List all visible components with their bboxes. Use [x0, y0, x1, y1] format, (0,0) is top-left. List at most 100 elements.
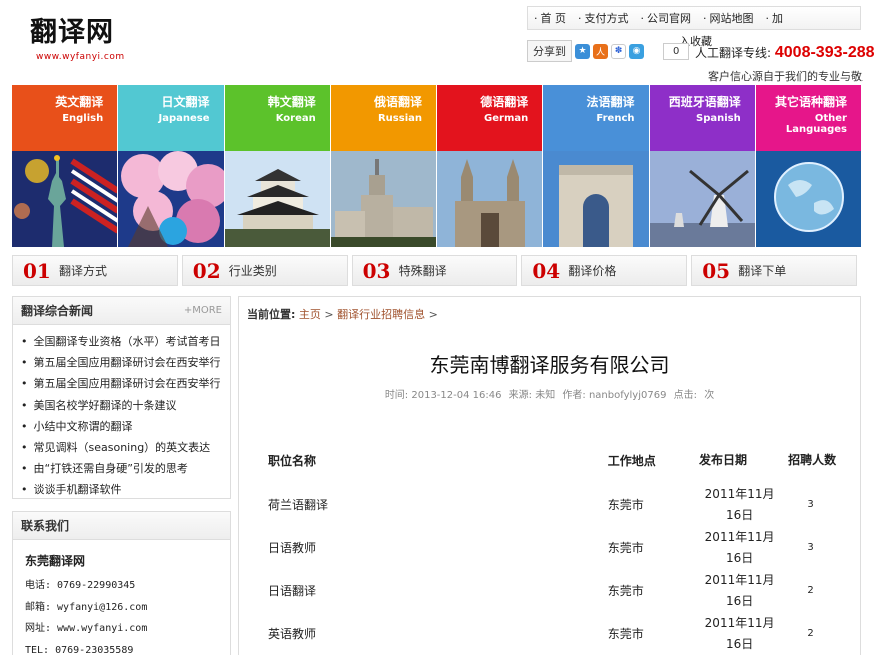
- renren-icon[interactable]: 人: [593, 43, 608, 59]
- meta-author: 作者: nanbofylyj0769: [562, 390, 667, 401]
- hotline-label: 人工翻译专线:: [695, 46, 772, 60]
- contact-panel: 联系我们 东莞翻译网 电话: 0769-22990345 邮箱: wyfanyi…: [12, 511, 231, 655]
- lang-german[interactable]: 德语翻译 German: [437, 85, 544, 247]
- cell-position: 荷兰语翻译: [268, 498, 329, 512]
- service-number: 02: [192, 258, 221, 283]
- service-order[interactable]: 05 翻译下单: [691, 255, 857, 286]
- news-item[interactable]: 小结中文称谓的翻译: [21, 416, 222, 437]
- news-panel: 翻译综合新闻 +MORE 全国翻译专业资格（水平）考试首考日 第五届全国应用翻译…: [12, 296, 231, 499]
- language-banner: 英文翻译 English 日文翻译 Japanese 韩文翻译 Korean 俄语翻译…: [12, 85, 861, 247]
- breadcrumb-category[interactable]: 翻译行业招聘信息: [337, 308, 425, 321]
- article-title: 东莞南博翻译服务有限公司: [429, 353, 670, 377]
- article-meta: 时间: 2013-12-04 16:46 来源: 未知 作者: nanbofyl…: [239, 386, 860, 401]
- lang-korean[interactable]: 韩文翻译 Korean: [224, 85, 331, 247]
- service-translation-method[interactable]: 01 翻译方式: [12, 255, 178, 286]
- meta-source: 来源: 未知: [508, 390, 556, 401]
- news-item[interactable]: 第五届全国应用翻译研讨会在西安举行: [21, 352, 222, 373]
- service-industry[interactable]: 02 行业类别: [181, 255, 348, 286]
- lang-spanish[interactable]: 西班牙语翻译 Spanish: [649, 85, 756, 247]
- service-special[interactable]: 03 特殊翻译: [351, 255, 518, 286]
- cell-headcount: 3: [807, 542, 814, 553]
- col-date: 发布日期: [699, 452, 748, 467]
- lang-cn: 韩文翻译: [267, 95, 316, 109]
- more-link[interactable]: +MORE: [184, 305, 222, 316]
- cell-location: 东莞市: [607, 541, 644, 555]
- logo-text: 翻译网: [30, 17, 114, 48]
- table-header-row: 职位名称 工作地点 发布日期 招聘人数: [261, 437, 841, 483]
- news-title: 翻译综合新闻: [21, 304, 94, 318]
- lang-cn: 德语翻译: [480, 95, 529, 109]
- news-item[interactable]: 谈谈手机翻译软件: [21, 479, 222, 500]
- table-row: 日语教师 东莞市 2011年11月16日 3: [261, 526, 841, 569]
- weibo-icon[interactable]: ◉: [629, 43, 644, 59]
- news-item[interactable]: 由“打铁还需自身硬”引发的思考: [21, 458, 222, 479]
- nav-payment[interactable]: 支付方式: [572, 10, 635, 26]
- cell-headcount: 3: [807, 499, 814, 510]
- lang-cn: 英文翻译: [55, 95, 104, 109]
- qzone-icon[interactable]: ★: [575, 43, 590, 59]
- cathedral-image: [437, 151, 543, 247]
- top-nav: 首 页 支付方式 公司官网 网站地图 加: [527, 6, 861, 30]
- windmill-image: [649, 151, 755, 247]
- service-number: 05: [702, 258, 731, 283]
- korean-palace-image: [224, 151, 330, 247]
- hotline: 人工翻译专线: 4008-393-288: [695, 44, 875, 62]
- table-row: 荷兰语翻译 东莞市 2011年11月16日 3: [261, 483, 841, 526]
- table-row: 英语教师 东莞市 2011年11月16日 2: [261, 612, 841, 655]
- service-bar: 01 翻译方式 02 行业类别 03 特殊翻译 04 翻译价格 05 翻译下单: [12, 255, 857, 286]
- breadcrumb-home[interactable]: 主页: [299, 308, 321, 321]
- contact-site: 网址: www.wyfanyi.com: [25, 623, 148, 634]
- service-number: 03: [362, 258, 391, 283]
- breadcrumb-separator: >: [428, 308, 438, 321]
- service-price[interactable]: 04 翻译价格: [521, 255, 688, 286]
- cell-position: 日语教师: [268, 541, 317, 555]
- meta-clicks: 点击:: [673, 390, 697, 401]
- breadcrumb: 当前位置: 主页 > 翻译行业招聘信息 >: [247, 306, 438, 322]
- lang-french[interactable]: 法语翻译 French: [543, 85, 650, 247]
- news-item[interactable]: 全国翻译专业资格（水平）考试首考日: [21, 331, 222, 352]
- arc-de-triomphe-image: [543, 151, 649, 247]
- cell-date: 2011年11月16日: [704, 572, 775, 608]
- globe-image: [755, 151, 861, 247]
- lang-other[interactable]: 其它语种翻译 Other Languages: [755, 85, 861, 247]
- lang-cn: 俄语翻译: [373, 95, 422, 109]
- news-item[interactable]: 第五届全国应用翻译研讨会在西安举行: [21, 373, 222, 394]
- lang-en: English: [62, 113, 104, 124]
- contact-email: 邮箱: wyfanyi@126.com: [25, 601, 148, 613]
- cell-date: 2011年11月16日: [704, 615, 775, 651]
- lang-en: Japanese: [158, 113, 210, 124]
- service-label: 翻译价格: [568, 264, 617, 278]
- moscow-building-image: [330, 151, 436, 247]
- logo-url: www.wyfanyi.com: [36, 52, 125, 62]
- service-label: 翻译方式: [59, 264, 108, 278]
- news-item[interactable]: 常见调料（seasoning）的英文表达: [21, 437, 222, 458]
- lang-en: French: [596, 113, 635, 124]
- share-bar: 分享到 ★ 人 ✽ ◉ 0: [527, 40, 690, 62]
- service-number: 01: [23, 258, 51, 283]
- nav-add-favorite[interactable]: 加: [760, 10, 790, 26]
- nav-sitemap[interactable]: 网站地图: [697, 10, 760, 26]
- lang-japanese[interactable]: 日文翻译 Japanese: [118, 85, 225, 247]
- contact-tel: TEL: 0769-23035589: [25, 644, 134, 655]
- lang-cn: 其它语种翻译: [774, 95, 847, 109]
- slogan: 客户信心源自于我们的专业与敬业: [708, 70, 863, 83]
- cell-headcount: 2: [807, 628, 814, 639]
- lang-en: Other Languages: [785, 113, 847, 135]
- contact-header: 联系我们: [13, 512, 230, 540]
- nav-home[interactable]: 首 页: [528, 10, 572, 26]
- nav-official-site[interactable]: 公司官网: [635, 10, 698, 26]
- lang-en: Korean: [275, 113, 316, 124]
- statue-of-liberty-image: [12, 151, 118, 247]
- service-label: 特殊翻译: [398, 264, 447, 278]
- cell-position: 日语翻译: [268, 584, 317, 598]
- lang-russian[interactable]: 俄语翻译 Russian: [330, 85, 437, 247]
- site-logo[interactable]: 翻译网 www.wyfanyi.com: [30, 18, 140, 70]
- lang-english[interactable]: 英文翻译 English: [12, 85, 119, 247]
- contact-info: 东莞翻译网 电话: 0769-22990345 邮箱: wyfanyi@126.…: [13, 540, 230, 655]
- news-header: 翻译综合新闻 +MORE: [13, 297, 230, 325]
- table-row: 日语翻译 东莞市 2011年11月16日 2: [261, 569, 841, 612]
- service-number: 04: [532, 258, 561, 283]
- col-position: 职位名称: [268, 453, 317, 468]
- news-item[interactable]: 美国名校学好翻译的十条建议: [21, 395, 222, 416]
- baidu-icon[interactable]: ✽: [611, 43, 626, 59]
